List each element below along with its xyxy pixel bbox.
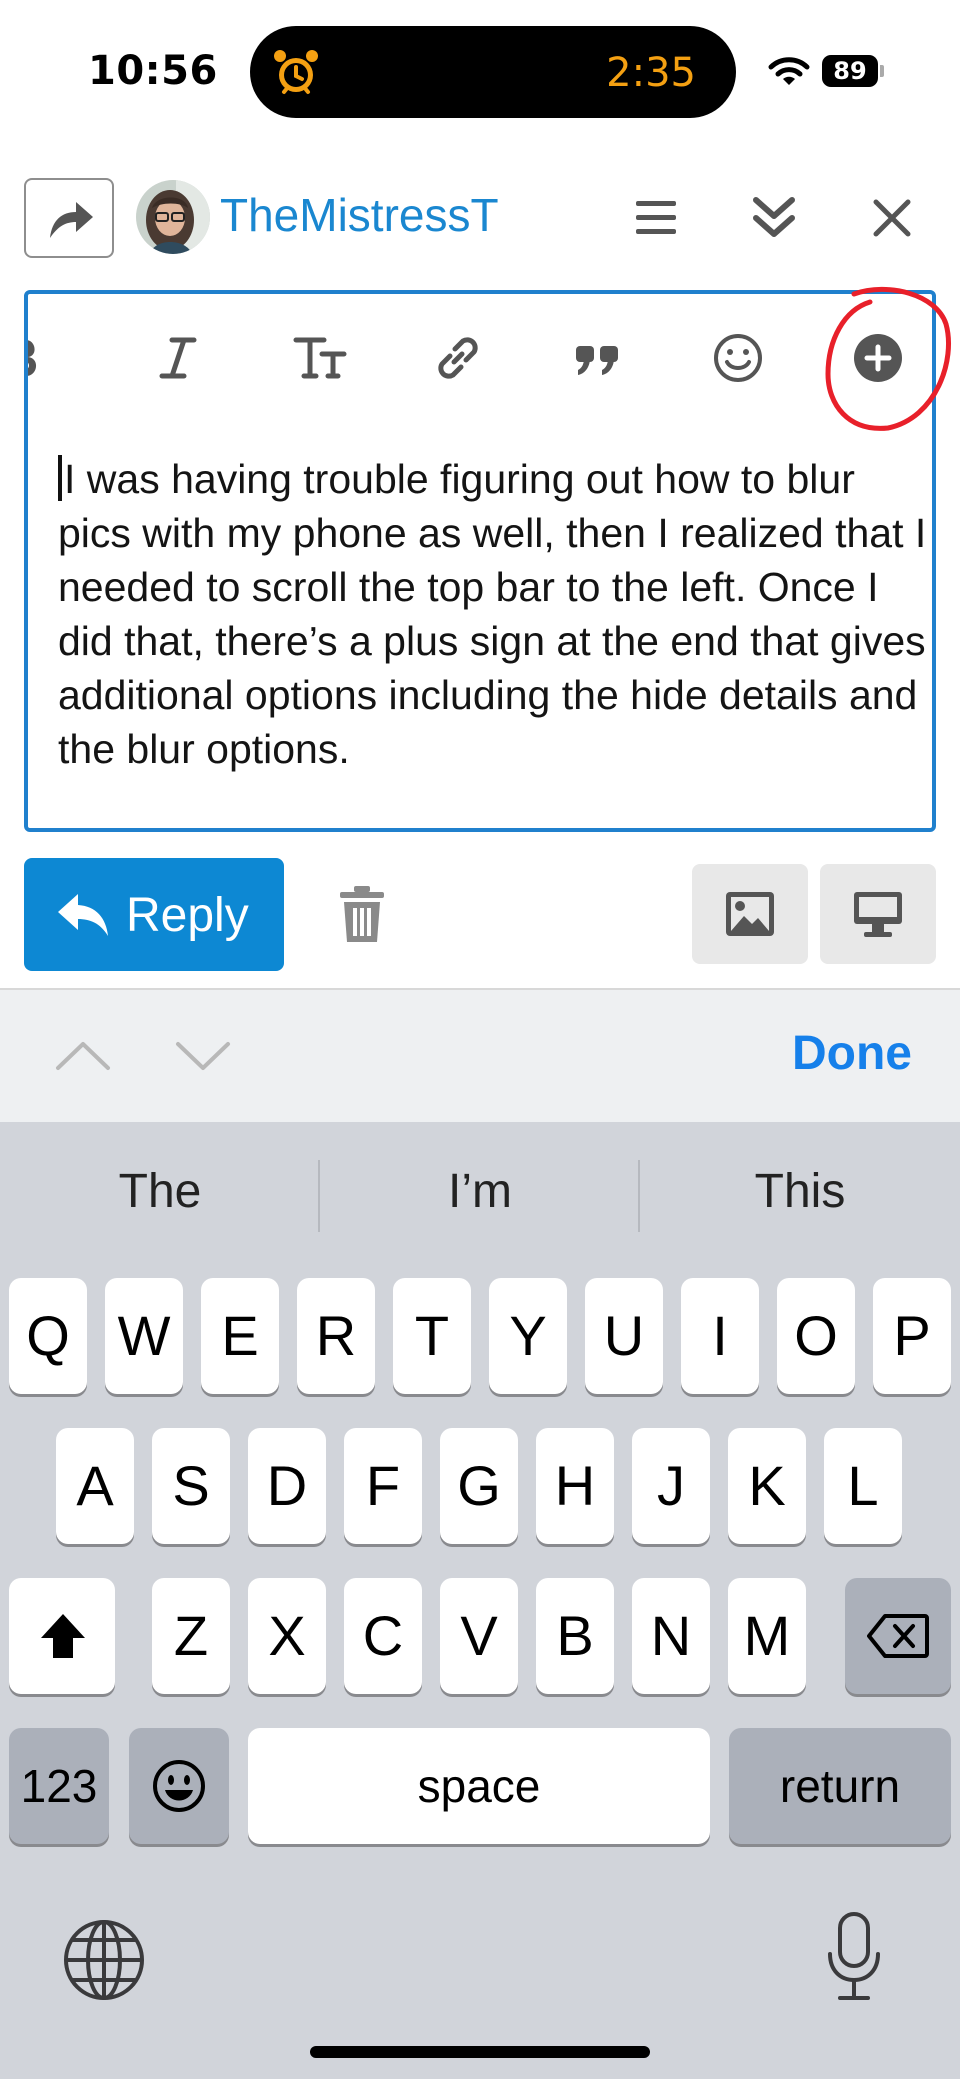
- italic-icon[interactable]: [148, 328, 208, 388]
- key-r[interactable]: R: [297, 1278, 375, 1394]
- key-f[interactable]: F: [344, 1428, 422, 1544]
- desktop-icon: [854, 892, 902, 937]
- key-n[interactable]: N: [632, 1578, 710, 1694]
- chevron-down-icon[interactable]: [168, 1028, 238, 1084]
- plus-circle-icon[interactable]: [848, 328, 908, 388]
- done-button[interactable]: Done: [792, 1026, 912, 1081]
- editor-toolbar: [28, 294, 932, 424]
- dynamic-island[interactable]: 2:35: [250, 26, 736, 118]
- battery-cap: [880, 65, 884, 77]
- battery-level: 89: [833, 57, 867, 85]
- avatar[interactable]: [136, 180, 210, 254]
- suggestion-3[interactable]: This: [640, 1164, 960, 1219]
- suggestion-1[interactable]: The: [0, 1164, 320, 1219]
- wifi-icon: [768, 57, 810, 85]
- key-s[interactable]: S: [152, 1428, 230, 1544]
- preview-button[interactable]: [820, 864, 936, 964]
- globe-icon[interactable]: [62, 1918, 146, 2002]
- key-v[interactable]: V: [440, 1578, 518, 1694]
- key-q[interactable]: Q: [9, 1278, 87, 1394]
- editor-content[interactable]: I was having trouble figuring out how to…: [58, 452, 928, 776]
- insert-image-button[interactable]: [692, 864, 808, 964]
- key-p[interactable]: P: [873, 1278, 951, 1394]
- microphone-icon[interactable]: [824, 1910, 884, 2006]
- trash-icon[interactable]: [336, 886, 388, 944]
- key-j[interactable]: J: [632, 1428, 710, 1544]
- key-e[interactable]: E: [201, 1278, 279, 1394]
- reply-button[interactable]: Reply: [24, 858, 284, 971]
- key-c[interactable]: C: [344, 1578, 422, 1694]
- key-h[interactable]: H: [536, 1428, 614, 1544]
- shift-icon: [41, 1614, 85, 1658]
- return-key[interactable]: return: [729, 1728, 951, 1844]
- link-icon[interactable]: [428, 328, 488, 388]
- key-x[interactable]: X: [248, 1578, 326, 1694]
- reply-label: Reply: [126, 889, 249, 942]
- double-chevron-down-icon[interactable]: [746, 190, 802, 246]
- editor-text: I was having trouble figuring out how to…: [58, 456, 927, 772]
- key-w[interactable]: W: [105, 1278, 183, 1394]
- key-i[interactable]: I: [681, 1278, 759, 1394]
- key-d[interactable]: D: [248, 1428, 326, 1544]
- key-l[interactable]: L: [824, 1428, 902, 1544]
- share-arrow-icon: [50, 202, 93, 238]
- key-b[interactable]: B: [536, 1578, 614, 1694]
- shift-key[interactable]: [9, 1578, 115, 1694]
- status-bar: 10:56 2:35 89: [0, 0, 960, 140]
- avatar-image: [136, 180, 210, 254]
- emoji-key[interactable]: [129, 1728, 229, 1844]
- space-key[interactable]: space: [248, 1728, 710, 1844]
- alarm-clock-icon: [274, 50, 318, 94]
- key-u[interactable]: U: [585, 1278, 663, 1394]
- backspace-icon: [867, 1614, 929, 1658]
- reply-editor[interactable]: I was having trouble figuring out how to…: [24, 290, 936, 832]
- key-t[interactable]: T: [393, 1278, 471, 1394]
- backspace-key[interactable]: [845, 1578, 951, 1694]
- text-size-icon[interactable]: [290, 328, 350, 388]
- chevron-up-icon[interactable]: [48, 1028, 118, 1084]
- home-indicator[interactable]: [310, 2046, 650, 2058]
- key-k[interactable]: K: [728, 1428, 806, 1544]
- keyboard-accessory-bar: Done: [0, 990, 960, 1122]
- timer-countdown: 2:35: [606, 50, 696, 96]
- key-a[interactable]: A: [56, 1428, 134, 1544]
- key-m[interactable]: M: [728, 1578, 806, 1694]
- status-time: 10:56: [88, 48, 218, 94]
- key-z[interactable]: Z: [152, 1578, 230, 1694]
- battery-indicator: 89: [822, 55, 884, 87]
- share-button[interactable]: [24, 178, 114, 258]
- text-caret: [58, 455, 62, 501]
- bold-icon[interactable]: [28, 328, 54, 388]
- close-icon[interactable]: [864, 190, 920, 246]
- key-o[interactable]: O: [777, 1278, 855, 1394]
- key-y[interactable]: Y: [489, 1278, 567, 1394]
- emoji-keyboard-icon: [153, 1760, 205, 1812]
- suggestion-2[interactable]: I’m: [320, 1164, 640, 1219]
- image-icon: [726, 892, 774, 936]
- emoji-icon[interactable]: [708, 328, 768, 388]
- reply-arrow-icon: [58, 894, 108, 936]
- quote-icon[interactable]: [568, 328, 628, 388]
- key-g[interactable]: G: [440, 1428, 518, 1544]
- menu-icon[interactable]: [628, 190, 684, 246]
- username-link[interactable]: TheMistressT: [220, 188, 499, 242]
- numbers-key[interactable]: 123: [9, 1728, 109, 1844]
